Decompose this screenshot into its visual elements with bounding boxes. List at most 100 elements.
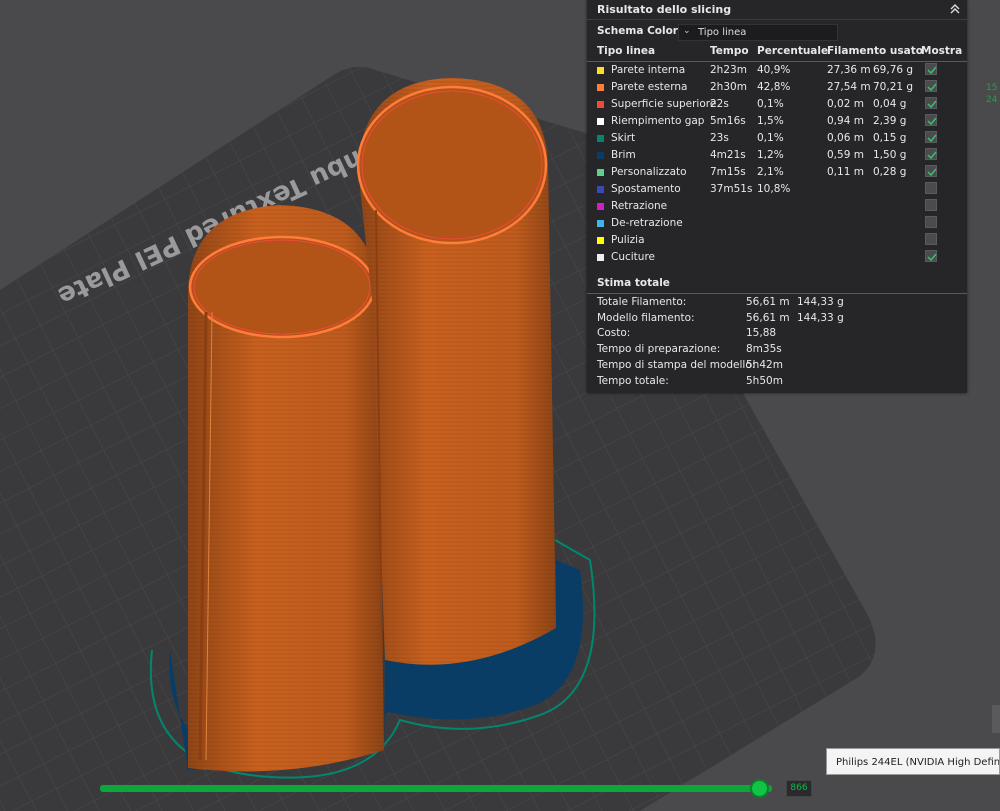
line-type-label: Parete interna: [611, 64, 686, 76]
header-show: Mostra: [921, 45, 963, 57]
side-number: 15: [986, 83, 998, 93]
total-value: 15,88: [746, 327, 777, 340]
color-scheme-value: Tipo linea: [698, 27, 747, 38]
line-type-label: Personalizzato: [611, 166, 687, 178]
chevron-down-icon: ⌄: [683, 26, 691, 36]
line-type-label: Pulizia: [611, 234, 645, 246]
line-type-row: Parete interna 2h23m 40,9% 27,36 m 69,76 g: [587, 62, 967, 79]
line-type-row: Skirt 23s 0,1% 0,06 m 0,15 g: [587, 130, 967, 147]
show-checkbox[interactable]: [925, 80, 937, 92]
line-type-row: Parete esterna 2h30m 42,8% 27,54 m 70,21 g: [587, 79, 967, 96]
header-time: Tempo: [710, 45, 749, 57]
color-swatch: [597, 169, 604, 176]
line-type-time: 22s: [710, 98, 729, 110]
show-checkbox[interactable]: [925, 233, 937, 245]
line-type-length: 0,94 m: [827, 115, 864, 127]
line-type-row: Superficie superiore 22s 0,1% 0,02 m 0,04 g: [587, 96, 967, 113]
total-value: 8m35s: [746, 343, 782, 356]
header-line-type: Tipo linea: [597, 45, 656, 57]
total-extra: 144,33 g: [797, 296, 844, 308]
header-percent: Percentuale: [757, 45, 829, 57]
line-type-weight: 1,50 g: [873, 149, 907, 161]
line-type-row: Retrazione: [587, 198, 967, 215]
total-value: 56,61 m: [746, 296, 790, 308]
line-type-length: 0,11 m: [827, 166, 864, 178]
color-swatch: [597, 101, 604, 108]
line-type-row: Riempimento gap 5m16s 1,5% 0,94 m 2,39 g: [587, 113, 967, 130]
color-scheme-dropdown[interactable]: ⌄ Tipo linea: [678, 24, 838, 41]
header-filament: Filamento usato: [827, 45, 923, 57]
color-swatch: [597, 220, 604, 227]
line-type-time: 2h30m: [710, 81, 747, 93]
line-type-label: Superficie superiore: [611, 98, 717, 110]
line-type-percent: 1,2%: [757, 149, 784, 161]
show-checkbox[interactable]: [925, 63, 937, 75]
line-type-percent: 2,1%: [757, 166, 784, 178]
total-label: Tempo totale:: [597, 374, 669, 387]
color-swatch: [597, 203, 604, 210]
line-type-weight: 0,15 g: [873, 132, 907, 144]
show-checkbox[interactable]: [925, 97, 937, 109]
line-type-percent: 1,5%: [757, 115, 784, 127]
total-row: Tempo totale: 5h50m: [587, 374, 967, 390]
line-type-length: 27,54 m: [827, 81, 871, 93]
line-type-label: De-retrazione: [611, 217, 683, 229]
line-type-row: Personalizzato 7m15s 2,1% 0,11 m 0,28 g: [587, 164, 967, 181]
line-type-weight: 0,28 g: [873, 166, 907, 178]
total-row: Tempo di stampa del modello: 5h42m: [587, 358, 967, 374]
total-row: Tempo di preparazione: 8m35s: [587, 342, 967, 358]
line-type-label: Skirt: [611, 132, 636, 144]
line-type-percent: 0,1%: [757, 132, 784, 144]
side-numbers: 15 24: [986, 82, 997, 106]
line-type-length: 0,02 m: [827, 98, 864, 110]
side-scroll-handle[interactable]: [992, 705, 1000, 733]
show-checkbox[interactable]: [925, 165, 937, 177]
line-type-time: 5m16s: [710, 115, 746, 127]
line-type-weight: 69,76 g: [873, 64, 914, 76]
line-type-row: Pulizia: [587, 232, 967, 249]
line-type-row: Cuciture: [587, 249, 967, 266]
show-checkbox[interactable]: [925, 131, 937, 143]
line-type-weight: 2,39 g: [873, 115, 907, 127]
collapse-icon[interactable]: [947, 1, 963, 17]
total-label: Costo:: [597, 327, 631, 340]
color-swatch: [597, 118, 604, 125]
total-value: 5h42m: [746, 358, 783, 371]
total-row: Totale Filamento: 56,61 m 144,33 g: [587, 295, 967, 311]
model-left-cylinder: [188, 205, 384, 772]
line-type-time: 37m51s: [710, 183, 753, 195]
line-type-weight: 0,04 g: [873, 98, 907, 110]
line-type-row: Brim 4m21s 1,2% 0,59 m 1,50 g: [587, 147, 967, 164]
total-label: Modello filamento:: [597, 311, 695, 324]
show-checkbox[interactable]: [925, 250, 937, 262]
total-extra: 144,33 g: [797, 311, 844, 324]
total-label: Totale Filamento:: [597, 296, 687, 308]
line-type-label: Riempimento gap: [611, 115, 705, 127]
layer-slider-handle[interactable]: [749, 779, 769, 798]
layer-value: 866: [786, 780, 812, 797]
layer-slider-track[interactable]: [100, 785, 772, 792]
total-value: 56,61 m: [746, 311, 790, 324]
color-swatch: [597, 84, 604, 91]
show-checkbox[interactable]: [925, 148, 937, 160]
line-type-label: Cuciture: [611, 251, 655, 263]
line-type-row: Spostamento 37m51s 10,8%: [587, 181, 967, 198]
panel-title: Risultato dello slicing: [597, 3, 732, 16]
line-type-label: Retrazione: [611, 200, 668, 212]
color-swatch: [597, 152, 604, 159]
show-checkbox[interactable]: [925, 199, 937, 211]
line-type-length: 0,59 m: [827, 149, 864, 161]
line-type-label: Brim: [611, 149, 636, 161]
total-estimate-title: Stima totale: [597, 277, 670, 289]
line-type-time: 7m15s: [710, 166, 746, 178]
show-checkbox[interactable]: [925, 216, 937, 228]
line-type-time: 2h23m: [710, 64, 747, 76]
line-type-time: 23s: [710, 132, 729, 144]
show-checkbox[interactable]: [925, 114, 937, 126]
total-row: Modello filamento: 56,61 m 144,33 g: [587, 311, 967, 327]
total-row: Costo: 15,88: [587, 326, 967, 342]
color-swatch: [597, 254, 604, 261]
line-type-time: 4m21s: [710, 149, 746, 161]
show-checkbox[interactable]: [925, 182, 937, 194]
color-scheme-label: Schema Colore: [597, 25, 686, 37]
